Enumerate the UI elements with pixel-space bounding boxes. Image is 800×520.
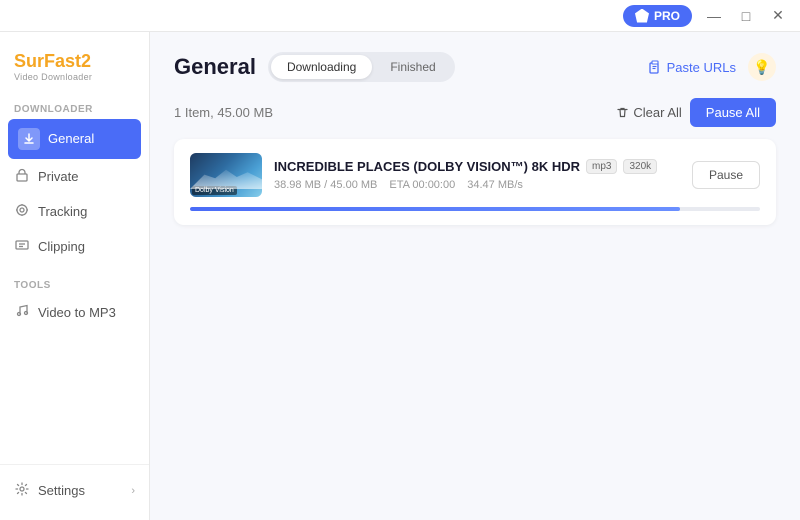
pro-badge[interactable]: PRO (623, 5, 692, 27)
minimize-button[interactable]: — (700, 2, 728, 30)
item-count: 1 Item, 45.00 MB (174, 105, 273, 120)
main-content: General Downloading Finished Paste URLs … (150, 32, 800, 520)
tracking-icon (14, 203, 30, 220)
speed: 34.47 MB/s (467, 179, 523, 191)
item-meta: 38.98 MB / 45.00 MB ETA 00:00:00 34.47 M… (274, 179, 680, 191)
chevron-right-icon: › (131, 485, 135, 497)
paste-urls-button[interactable]: Paste URLs (648, 60, 736, 75)
main-title: General (174, 54, 256, 80)
sidebar-bottom: Settings › (0, 464, 149, 508)
music-icon (14, 304, 30, 321)
sidebar-item-video-to-mp3-label: Video to MP3 (38, 305, 116, 320)
header-actions: Paste URLs 💡 (648, 53, 776, 81)
maximize-button[interactable]: □ (732, 2, 760, 30)
paste-icon (648, 60, 662, 74)
sidebar-item-clipping-label: Clipping (38, 239, 85, 254)
app-name: SurFast2 (14, 52, 135, 72)
tab-finished[interactable]: Finished (374, 55, 451, 79)
sidebar: SurFast2 Video Downloader Downloader Gen… (0, 32, 150, 520)
progress-container (190, 207, 760, 211)
main-header: General Downloading Finished Paste URLs … (174, 52, 776, 82)
sub-header: 1 Item, 45.00 MB Clear All Pause All (174, 98, 776, 127)
tools-section-label: Tools (0, 274, 149, 295)
pause-all-button[interactable]: Pause All (690, 98, 776, 127)
progress-fill (190, 207, 680, 211)
progress-track (190, 207, 760, 211)
action-buttons: Clear All Pause All (616, 98, 776, 127)
sidebar-item-private[interactable]: Private (0, 159, 149, 194)
download-icon (18, 128, 40, 150)
app-version: 2 (81, 51, 91, 71)
clear-all-button[interactable]: Clear All (616, 105, 681, 120)
thumbnail: Dolby Vision (190, 153, 262, 197)
sidebar-item-clipping[interactable]: Clipping (0, 229, 149, 264)
diamond-icon (635, 9, 649, 23)
settings-label: Settings (38, 483, 85, 498)
pause-button[interactable]: Pause (692, 161, 760, 189)
downloader-section-label: Downloader (0, 98, 149, 119)
settings-icon (14, 482, 30, 499)
item-info: INCREDIBLE PLACES (DOLBY VISION™) 8K HDR… (274, 159, 680, 191)
tab-group: Downloading Finished (268, 52, 455, 82)
badge-quality: 320k (623, 159, 657, 174)
size-info: 38.98 MB / 45.00 MB (274, 179, 377, 191)
sidebar-item-general[interactable]: General (8, 119, 141, 159)
thumbnail-badge: Dolby Vision (192, 186, 237, 195)
sidebar-item-tracking-label: Tracking (38, 204, 87, 219)
trash-icon (616, 106, 629, 119)
app-logo: SurFast2 Video Downloader (0, 44, 149, 98)
main-title-group: General Downloading Finished (174, 52, 455, 82)
sidebar-item-tracking[interactable]: Tracking (0, 194, 149, 229)
private-icon (14, 168, 30, 185)
item-title-row: INCREDIBLE PLACES (DOLBY VISION™) 8K HDR… (274, 159, 680, 174)
badge-mp3: mp3 (586, 159, 617, 174)
eta: ETA 00:00:00 (389, 179, 455, 191)
sidebar-item-private-label: Private (38, 169, 78, 184)
sidebar-item-general-label: General (48, 131, 94, 146)
title-bar-controls: — □ ✕ (700, 2, 792, 30)
tab-downloading[interactable]: Downloading (271, 55, 372, 79)
title-bar: PRO — □ ✕ (0, 0, 800, 32)
paste-urls-label: Paste URLs (667, 60, 736, 75)
app-subtitle: Video Downloader (14, 72, 135, 82)
pro-label: PRO (654, 9, 680, 23)
bulb-icon[interactable]: 💡 (748, 53, 776, 81)
download-card: Dolby Vision INCREDIBLE PLACES (DOLBY VI… (174, 139, 776, 225)
item-title: INCREDIBLE PLACES (DOLBY VISION™) 8K HDR (274, 159, 580, 174)
settings-item[interactable]: Settings › (0, 473, 149, 508)
download-item-row: Dolby Vision INCREDIBLE PLACES (DOLBY VI… (190, 153, 760, 197)
clear-all-label: Clear All (633, 105, 681, 120)
sidebar-item-video-to-mp3[interactable]: Video to MP3 (0, 295, 149, 330)
close-button[interactable]: ✕ (764, 2, 792, 30)
clipping-icon (14, 238, 30, 255)
